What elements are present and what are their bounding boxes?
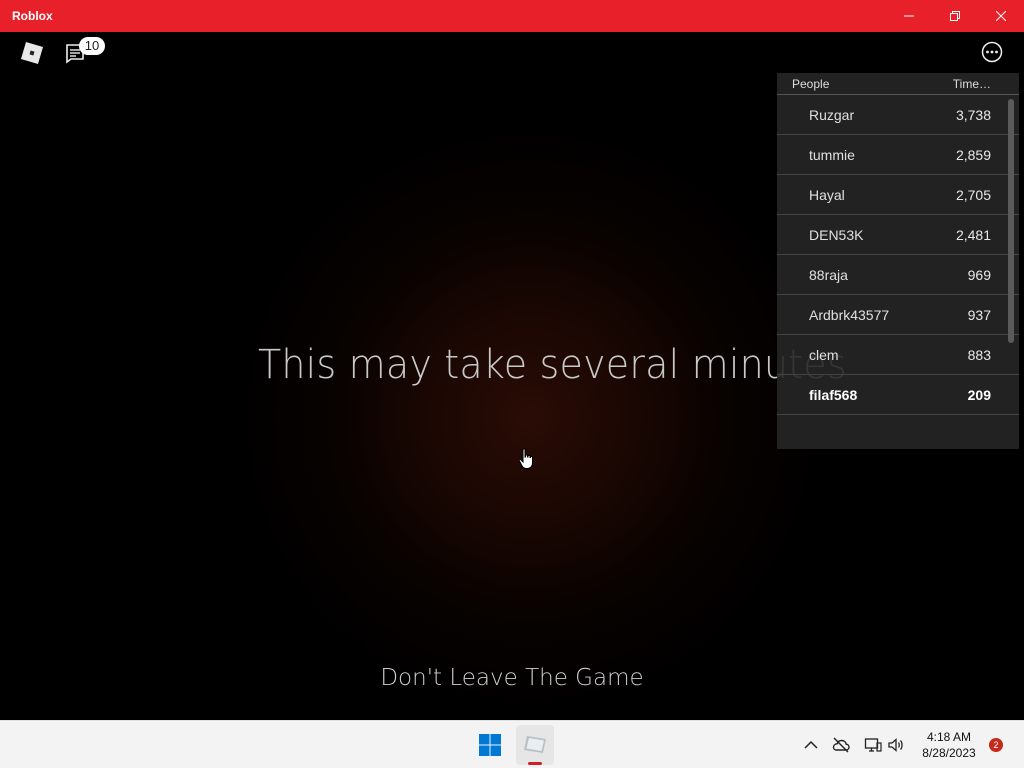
player-time: 209 [967, 387, 991, 403]
warning-message: Don't Leave The Game [380, 665, 644, 691]
clock-date: 8/28/2023 [922, 746, 976, 760]
network-icon [864, 738, 882, 752]
restore-icon [950, 11, 960, 21]
leaderboard-row[interactable]: clem 883 [777, 335, 1019, 375]
volume-tray-button[interactable] [887, 736, 905, 754]
player-name: Ardbrk43577 [809, 307, 890, 323]
loading-message: This may take several minutes [258, 342, 847, 388]
speaker-icon [888, 738, 903, 752]
leaderboard-row[interactable]: Hayal 2,705 [777, 175, 1019, 215]
people-column-header: People [792, 77, 830, 91]
window-titlebar[interactable]: Roblox [0, 0, 1024, 32]
taskbar: 4:18 AM 8/28/2023 2 [0, 720, 1024, 768]
leaderboard-row[interactable]: 88raja 969 [777, 255, 1019, 295]
leaderboard-row[interactable]: Ruzgar 3,738 [777, 95, 1019, 135]
minimize-icon [904, 15, 914, 17]
time-column-header[interactable]: Time… [953, 77, 991, 91]
player-time: 883 [967, 347, 991, 363]
hand-cursor-icon [518, 448, 536, 470]
leaderboard-row-local-player[interactable]: filaf568 209 [777, 375, 1019, 415]
leaderboard-row[interactable]: tummie 2,859 [777, 135, 1019, 175]
leaderboard-scrollbar[interactable] [1008, 99, 1014, 343]
show-hidden-icons-button[interactable] [802, 736, 820, 754]
taskbar-clock[interactable]: 4:18 AM 8/28/2023 [914, 729, 984, 761]
minimize-button[interactable] [886, 0, 932, 32]
notification-badge[interactable]: 2 [989, 738, 1003, 752]
close-icon [996, 11, 1006, 21]
more-options-button[interactable] [981, 41, 1003, 63]
player-time: 2,859 [955, 147, 991, 163]
more-icon [981, 41, 1003, 63]
player-time: 937 [967, 307, 991, 323]
player-name: filaf568 [809, 387, 858, 403]
player-name: Ruzgar [809, 107, 855, 123]
player-name: Hayal [809, 187, 845, 203]
player-name: tummie [809, 147, 855, 163]
player-name: 88raja [809, 267, 848, 283]
cloud-offline-icon [832, 737, 850, 753]
leaderboard-row[interactable]: DEN53K 2,481 [777, 215, 1019, 255]
taskbar-roblox-app[interactable] [516, 725, 554, 765]
player-name: DEN53K [809, 227, 864, 243]
close-button[interactable] [978, 0, 1024, 32]
player-leaderboard[interactable]: People Time… Ruzgar 3,738 tummie 2,859 H… [777, 73, 1019, 449]
leaderboard-header: People Time… [777, 73, 1019, 95]
roblox-logo-icon [21, 42, 43, 64]
player-time: 3,738 [955, 107, 991, 123]
player-name: clem [809, 347, 839, 363]
clock-time: 4:18 AM [926, 730, 972, 744]
windows-logo-icon [479, 734, 501, 756]
start-button[interactable] [478, 733, 502, 757]
player-time: 2,705 [955, 187, 991, 203]
chat-unread-badge: 10 [79, 37, 105, 55]
roblox-app-icon [524, 736, 546, 753]
game-viewport[interactable]: 10 This may take several minutes Don't L… [0, 32, 1024, 720]
leaderboard-row[interactable]: Ardbrk43577 937 [777, 295, 1019, 335]
player-time: 2,481 [955, 227, 991, 243]
active-app-indicator [528, 762, 542, 765]
chevron-up-icon [804, 740, 818, 749]
onedrive-tray-button[interactable] [832, 736, 850, 754]
roblox-menu-button[interactable] [20, 41, 44, 65]
restore-button[interactable] [932, 0, 978, 32]
player-time: 969 [967, 267, 991, 283]
network-tray-button[interactable] [864, 736, 882, 754]
window-title: Roblox [12, 9, 53, 23]
